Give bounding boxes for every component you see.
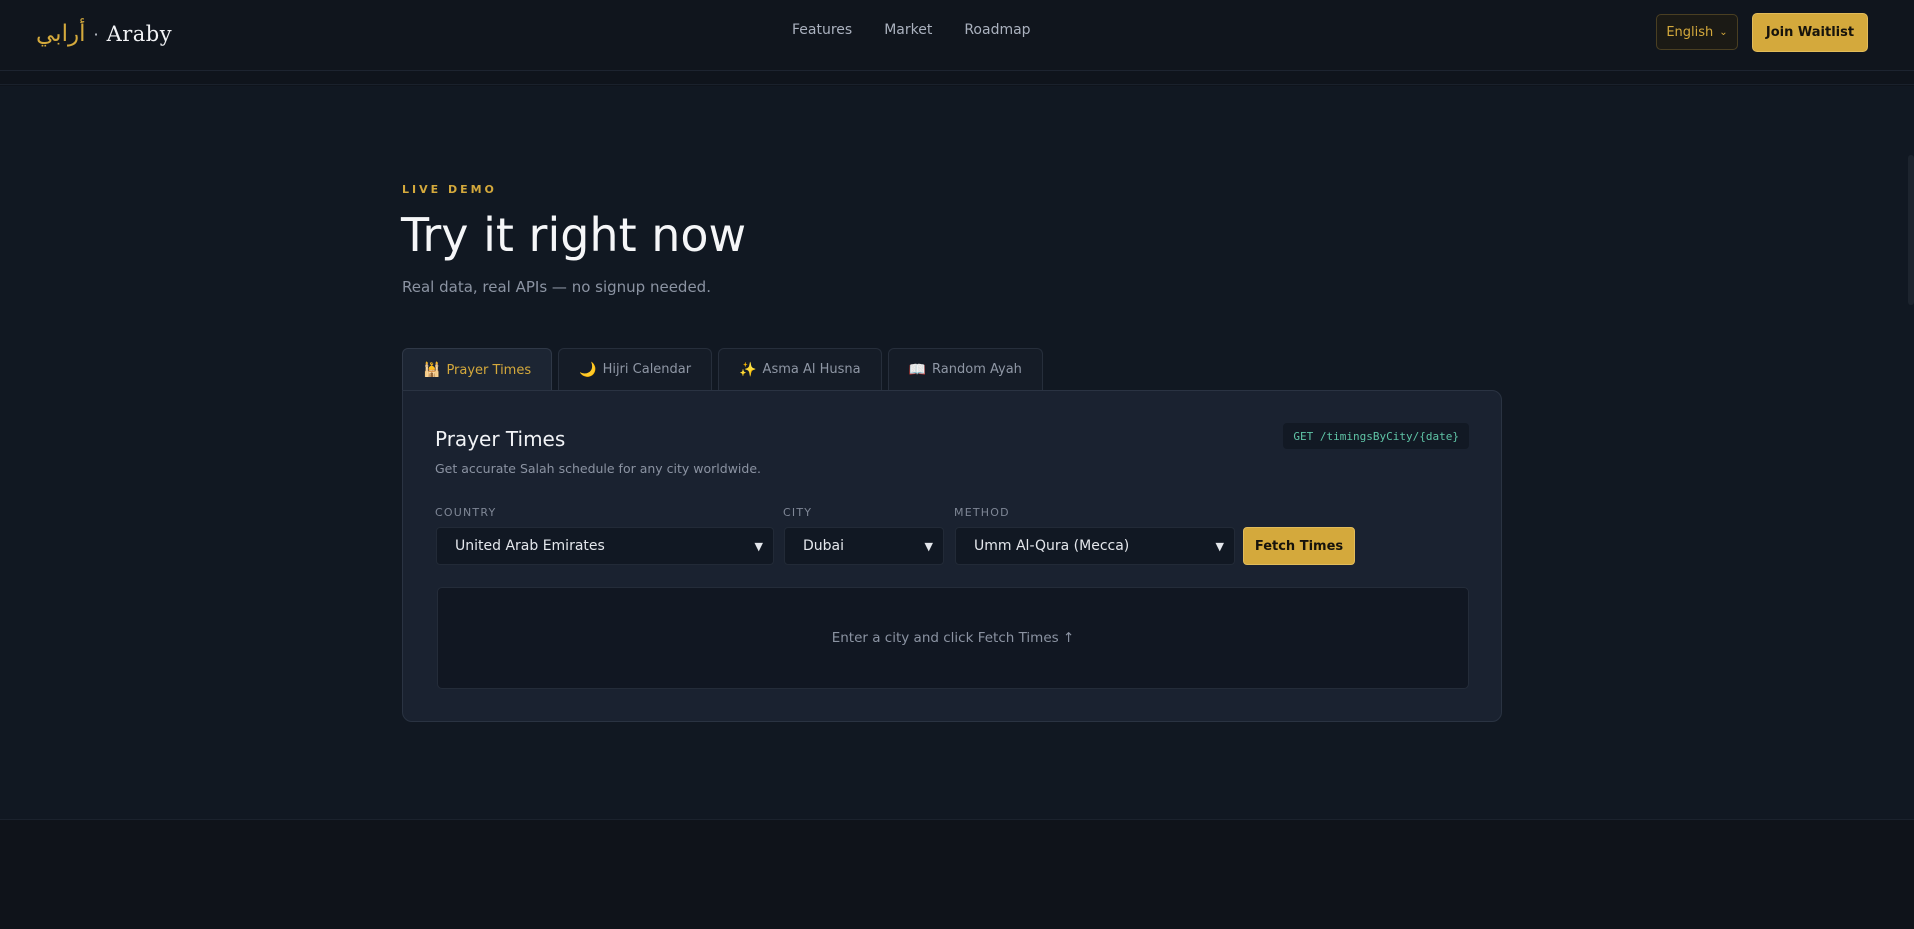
open-book-icon: 📖	[908, 361, 927, 378]
method-label: METHOD	[954, 506, 1010, 519]
tab-random-ayah[interactable]: 📖 Random Ayah	[887, 348, 1043, 390]
nav-features[interactable]: Features	[792, 22, 852, 38]
site-header: أرابي · Araby Features Market Roadmap En…	[0, 0, 1914, 71]
language-label: English	[1666, 24, 1714, 40]
brand-arabic: أرابي	[36, 21, 86, 47]
nav-market[interactable]: Market	[884, 22, 932, 38]
tab-label: Asma Al Husna	[762, 362, 861, 377]
method-select[interactable]: Umm Al-Qura (Mecca) ▼	[955, 527, 1235, 565]
tab-label: Random Ayah	[932, 362, 1022, 377]
prayer-times-panel: Prayer Times Get accurate Salah schedule…	[402, 390, 1502, 722]
brand-name: Araby	[106, 22, 173, 46]
demo-tabs: 🕌 Prayer Times 🌙 Hijri Calendar ✨ Asma A…	[402, 348, 1043, 391]
tab-asma-al-husna[interactable]: ✨ Asma Al Husna	[718, 348, 882, 390]
scrollbar-thumb[interactable]	[1908, 155, 1914, 305]
nav-roadmap[interactable]: Roadmap	[964, 22, 1030, 38]
section-title: Try it right now	[401, 208, 747, 262]
section-subtitle: Real data, real APIs — no signup needed.	[402, 278, 711, 296]
brand-separator: ·	[93, 24, 99, 44]
panel-title: Prayer Times	[435, 427, 566, 451]
tab-label: Hijri Calendar	[602, 362, 692, 377]
tab-hijri-calendar[interactable]: 🌙 Hijri Calendar	[558, 348, 713, 390]
main-nav: Features Market Roadmap	[792, 22, 1031, 38]
city-label: CITY	[783, 506, 813, 519]
language-select[interactable]: English ⌄	[1656, 14, 1738, 50]
country-select[interactable]: United Arab Emirates ▼	[436, 527, 774, 565]
fetch-times-button[interactable]: Fetch Times	[1243, 527, 1355, 565]
section-eyebrow: LIVE DEMO	[402, 183, 497, 196]
method-value: Umm Al-Qura (Mecca)	[974, 538, 1130, 554]
mosque-icon: 🕌	[423, 362, 441, 378]
crescent-moon-icon: 🌙	[579, 361, 597, 378]
join-waitlist-button[interactable]: Join Waitlist	[1752, 13, 1868, 52]
city-value: Dubai	[803, 538, 845, 554]
next-section	[0, 820, 1914, 929]
api-endpoint-badge: GET /timingsByCity/{date}	[1283, 423, 1469, 449]
divider	[0, 84, 1914, 85]
sparkles-icon: ✨	[739, 361, 757, 378]
chevron-down-icon: ▼	[754, 539, 763, 553]
brand-logo[interactable]: أرابي · Araby	[36, 14, 172, 54]
tab-prayer-times[interactable]: 🕌 Prayer Times	[402, 348, 553, 391]
city-select[interactable]: Dubai ▼	[784, 527, 944, 565]
chevron-down-icon: ▼	[924, 539, 933, 553]
country-value: United Arab Emirates	[455, 538, 605, 554]
chevron-down-icon: ▼	[1215, 539, 1224, 553]
chevron-down-icon: ⌄	[1719, 26, 1728, 38]
panel-description: Get accurate Salah schedule for any city…	[435, 461, 762, 476]
tab-label: Prayer Times	[446, 362, 532, 378]
country-label: COUNTRY	[435, 506, 497, 519]
result-placeholder: Enter a city and click Fetch Times ↑	[437, 587, 1469, 689]
